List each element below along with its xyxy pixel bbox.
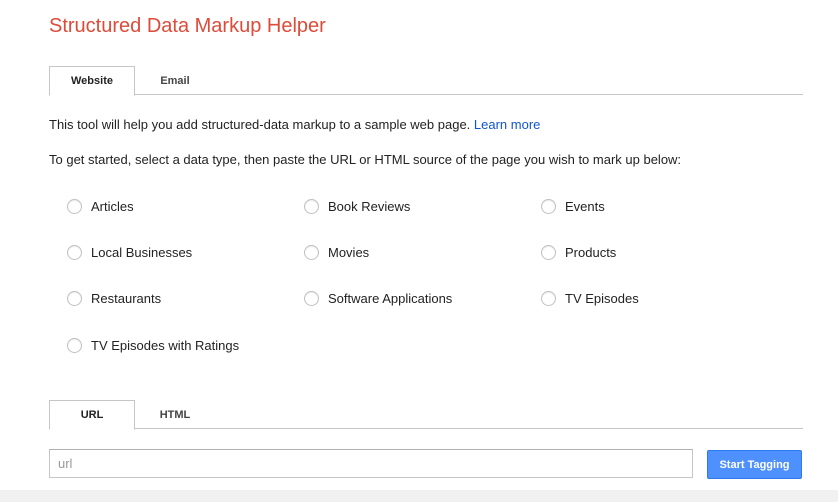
footer-strip	[0, 490, 838, 502]
radio-label: Restaurants	[91, 291, 162, 306]
tab-html[interactable]: HTML	[135, 400, 215, 429]
radio-circle-icon[interactable]	[541, 291, 556, 306]
radio-circle-icon[interactable]	[67, 338, 82, 353]
page-title: Structured Data Markup Helper	[49, 15, 326, 37]
radio-label: Articles	[91, 199, 134, 214]
tab-website[interactable]: Website	[49, 66, 135, 96]
radio-circle-icon[interactable]	[304, 245, 319, 260]
radio-label: Local Businesses	[91, 245, 193, 260]
radio-circle-icon[interactable]	[541, 199, 556, 214]
radio-label: Movies	[328, 245, 370, 260]
learn-more-link[interactable]: Learn more	[474, 117, 540, 132]
radio-products[interactable]: Products	[541, 245, 616, 260]
radio-software-applications[interactable]: Software Applications	[304, 291, 452, 306]
radio-circle-icon[interactable]	[67, 245, 82, 260]
radio-label: Products	[565, 245, 617, 260]
radio-circle-icon[interactable]	[67, 291, 82, 306]
source-tabs: Website Email	[49, 66, 803, 96]
radio-label: Book Reviews	[328, 199, 411, 214]
url-input[interactable]	[49, 449, 693, 478]
input-tabs: URL HTML	[49, 400, 803, 430]
radio-circle-icon[interactable]	[541, 245, 556, 260]
radio-label: Software Applications	[328, 291, 453, 306]
start-tagging-button[interactable]: Start Tagging	[707, 450, 802, 479]
markup-helper-page: Structured Data Markup Helper Website Em…	[0, 0, 838, 502]
radio-circle-icon[interactable]	[67, 199, 82, 214]
tab-url[interactable]: URL	[49, 400, 135, 430]
intro-sentence: This tool will help you add structured-d…	[49, 117, 474, 132]
radio-local-businesses[interactable]: Local Businesses	[67, 245, 192, 260]
radio-label: TV Episodes with Ratings	[91, 338, 240, 353]
radio-tv-episodes-with-ratings[interactable]: TV Episodes with Ratings	[67, 338, 239, 353]
radio-circle-icon[interactable]	[304, 291, 319, 306]
tab-email[interactable]: Email	[135, 66, 215, 95]
radio-book-reviews[interactable]: Book Reviews	[304, 199, 410, 214]
radio-tv-episodes[interactable]: TV Episodes	[541, 291, 639, 306]
radio-articles[interactable]: Articles	[67, 199, 134, 214]
radio-restaurants[interactable]: Restaurants	[67, 291, 161, 306]
instructions-text: To get started, select a data type, then…	[49, 152, 682, 167]
radio-label: Events	[565, 199, 605, 214]
radio-movies[interactable]: Movies	[304, 245, 369, 260]
radio-label: TV Episodes	[565, 291, 639, 306]
intro-text: This tool will help you add structured-d…	[49, 117, 540, 132]
radio-circle-icon[interactable]	[304, 199, 319, 214]
radio-events[interactable]: Events	[541, 199, 605, 214]
